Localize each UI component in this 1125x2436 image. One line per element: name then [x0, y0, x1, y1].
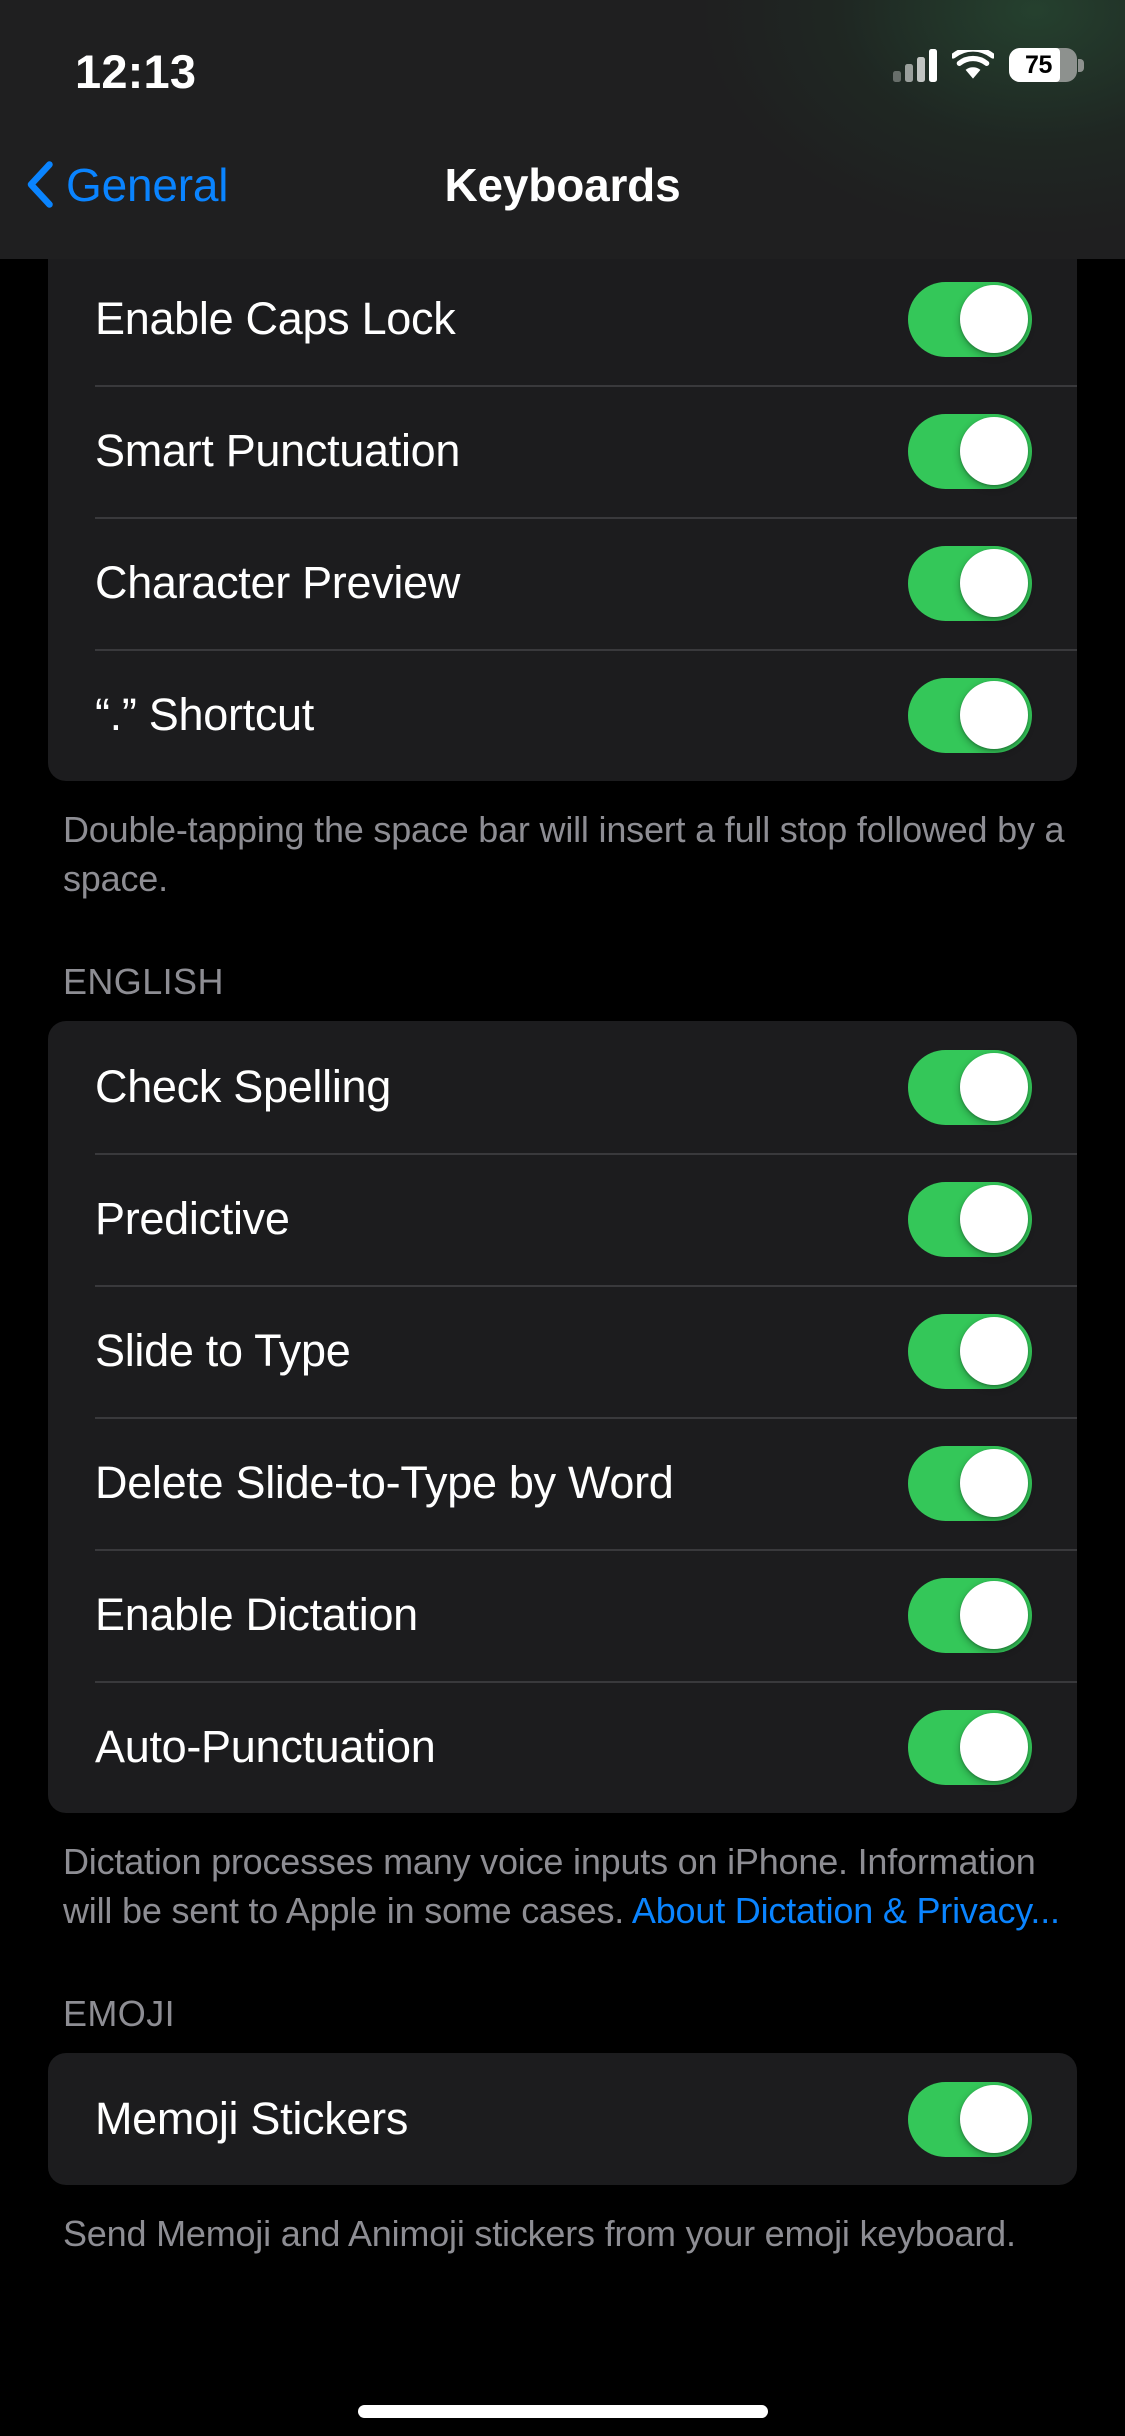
row-label: Predictive [95, 1193, 290, 1244]
toggle-delete-slide-to-type-by-word[interactable] [908, 1445, 1032, 1521]
table-row[interactable]: Enable Dictation [48, 1549, 1077, 1681]
table-row[interactable]: Auto-Punctuation [48, 1681, 1077, 1813]
table-row[interactable]: Predictive [48, 1153, 1077, 1285]
toggle-predictive[interactable] [908, 1181, 1032, 1257]
toggle-character-preview[interactable] [908, 545, 1032, 621]
row-label: Smart Punctuation [95, 425, 461, 476]
row-label: Auto-Punctuation [95, 1721, 436, 1772]
section-footer-typing: Double-tapping the space bar will insert… [63, 805, 1065, 903]
row-label: Check Spelling [95, 1061, 391, 1112]
toggle-enable-dictation[interactable] [908, 1577, 1032, 1653]
wifi-icon [952, 49, 994, 79]
toggle-memoji-stickers[interactable] [908, 2081, 1032, 2157]
row-label: “.” Shortcut [95, 689, 314, 740]
iphone-settings-screen: 12:13 75 General Keyboards Enable Caps L… [0, 0, 1125, 2436]
table-row[interactable]: “.” Shortcut [48, 649, 1077, 781]
status-bar-clock: 12:13 [75, 45, 197, 98]
nav-bar: General Keyboards [0, 110, 1125, 259]
footer-text: Send Memoji and Animoji stickers from yo… [63, 2213, 1016, 2254]
navigation-header: 12:13 75 General Keyboards [0, 0, 1125, 259]
row-label: Memoji Stickers [95, 2093, 409, 2144]
toggle-auto-punctuation[interactable] [908, 1709, 1032, 1785]
row-label: Character Preview [95, 557, 461, 608]
toggle-smart-punctuation[interactable] [908, 413, 1032, 489]
page-title: Keyboards [444, 158, 681, 211]
battery-icon: 75 [1009, 48, 1084, 82]
row-label: Enable Caps Lock [95, 293, 456, 344]
row-label: Enable Dictation [95, 1589, 418, 1640]
row-label: Slide to Type [95, 1325, 351, 1376]
section-header-emoji: EMOJI [63, 1993, 176, 2034]
section-footer-emoji: Send Memoji and Animoji stickers from yo… [63, 2209, 1065, 2258]
settings-group-english: Check Spelling Predictive Slide to Type … [48, 1021, 1077, 1813]
footer-text: Double-tapping the space bar will insert… [63, 809, 1065, 899]
toggle-period-shortcut[interactable] [908, 677, 1032, 753]
section-header-english: ENGLISH [63, 961, 224, 1002]
settings-group-typing: Enable Caps Lock Smart Punctuation Chara… [48, 253, 1077, 781]
row-label: Delete Slide-to-Type by Word [95, 1457, 674, 1508]
cellular-signal-icon [893, 48, 937, 82]
section-footer-dictation: Dictation processes many voice inputs on… [63, 1837, 1065, 1935]
about-dictation-privacy-link[interactable]: About Dictation & Privacy... [632, 1890, 1060, 1931]
table-row[interactable]: Character Preview [48, 517, 1077, 649]
toggle-check-spelling[interactable] [908, 1049, 1032, 1125]
table-row[interactable]: Enable Caps Lock [48, 253, 1077, 385]
status-bar-indicators: 75 [893, 48, 1084, 82]
table-row[interactable]: Smart Punctuation [48, 385, 1077, 517]
status-bar: 12:13 75 [0, 0, 1125, 110]
toggle-slide-to-type[interactable] [908, 1313, 1032, 1389]
battery-percent-label: 75 [1024, 50, 1052, 79]
table-row[interactable]: Slide to Type [48, 1285, 1077, 1417]
home-indicator[interactable] [357, 2405, 768, 2418]
toggle-enable-caps-lock[interactable] [908, 281, 1032, 357]
settings-list[interactable]: Enable Caps Lock Smart Punctuation Chara… [0, 253, 1125, 2436]
table-row[interactable]: Check Spelling [48, 1021, 1077, 1153]
settings-group-emoji: Memoji Stickers [48, 2053, 1077, 2185]
table-row[interactable]: Delete Slide-to-Type by Word [48, 1417, 1077, 1549]
table-row[interactable]: Memoji Stickers [48, 2053, 1077, 2185]
